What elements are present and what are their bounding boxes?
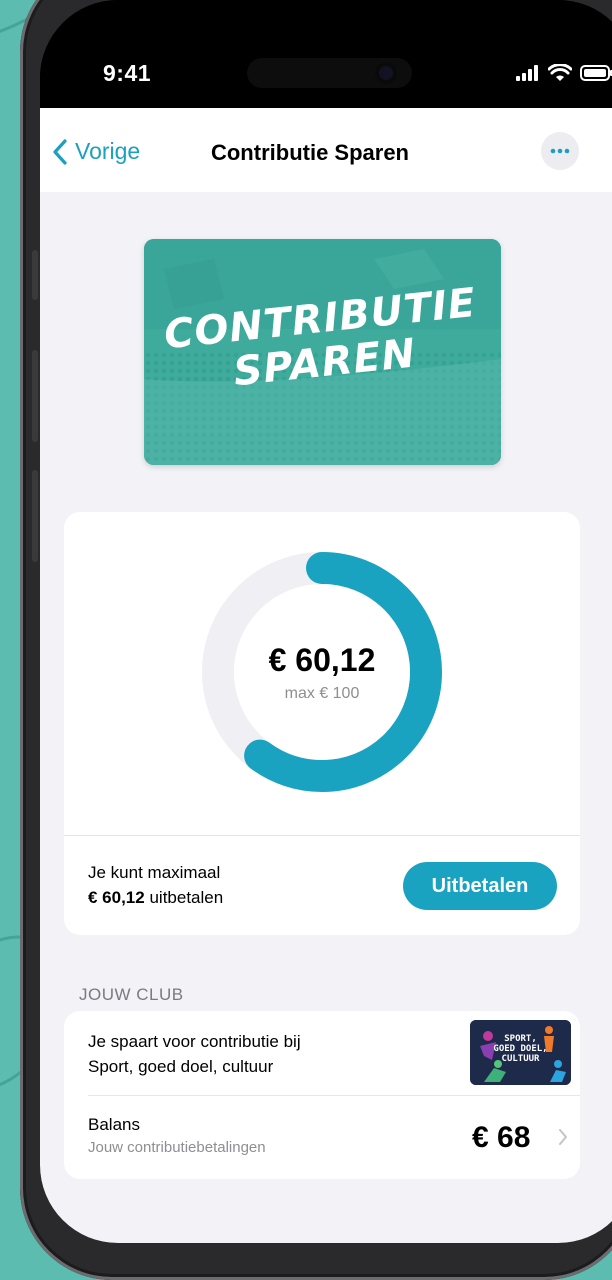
battery-icon: [580, 65, 612, 81]
club-logo: SPORT, GOED DOEL, CULTUUR: [470, 1020, 571, 1085]
balance-label: Balans: [88, 1115, 140, 1134]
club-logo-text: SPORT, GOED DOEL, CULTUUR: [470, 1034, 571, 1064]
club-line2: Sport, goed doel, cultuur: [88, 1057, 274, 1076]
balance-subtitle: Jouw contributiebetalingen: [88, 1139, 266, 1156]
club-logo-text-2: GOED DOEL,: [493, 1044, 548, 1054]
ellipsis-icon: [550, 148, 570, 154]
phone-side-button: [32, 250, 38, 300]
status-icons: [516, 64, 612, 82]
club-logo-text-3: CULTUUR: [501, 1054, 540, 1064]
wifi-icon: [548, 64, 572, 81]
club-line1: Je spaart voor contributie bij: [88, 1032, 301, 1051]
club-card: Je spaart voor contributie bij Sport, go…: [64, 1011, 580, 1179]
club-info: Je spaart voor contributie bij Sport, go…: [88, 1029, 301, 1079]
savings-card: € 60,12 max € 100 Je kunt maximaal € 60,…: [64, 512, 580, 935]
more-button[interactable]: [541, 132, 579, 170]
uitbetalen-button[interactable]: Uitbetalen: [403, 862, 557, 910]
section-header-club: JOUW CLUB: [79, 985, 184, 1004]
status-bar: 9:41: [40, 0, 612, 108]
savings-max: max € 100: [284, 684, 360, 702]
phone-side-button: [32, 350, 38, 442]
payout-line2: € 60,12 uitbetalen: [88, 885, 223, 910]
page-title: Contributie Sparen: [210, 140, 409, 165]
signal-icon: [516, 65, 538, 81]
app-content: Vorige Contributie Sparen CONTRIBUTIE SP…: [40, 108, 612, 1243]
payout-suffix: uitbetalen: [144, 888, 224, 907]
divider: [64, 835, 580, 836]
status-time: 9:41: [103, 60, 152, 86]
navigation-bar: Vorige Contributie Sparen: [40, 108, 612, 192]
savings-amount: € 60,12: [268, 641, 376, 678]
chevron-right-icon: [559, 1129, 567, 1145]
phone-screen: 9:41 Vorige Contributie Sparen CONTRIBUT…: [40, 0, 612, 1243]
contributie-sparen-banner: CONTRIBUTIE SPAREN: [144, 239, 501, 465]
payout-info: Je kunt maximaal € 60,12 uitbetalen: [88, 860, 223, 910]
phone-side-button: [32, 470, 38, 562]
payout-amount: € 60,12: [88, 888, 145, 907]
balance-row[interactable]: Balans Jouw contributiebetalingen € 68: [64, 1095, 580, 1179]
payout-line1: Je kunt maximaal: [88, 863, 221, 882]
savings-progress-ring: € 60,12 max € 100: [200, 550, 444, 794]
balance-amount: € 68: [472, 1121, 531, 1154]
club-logo-text-1: SPORT,: [504, 1034, 537, 1044]
camera-icon: [375, 62, 397, 84]
